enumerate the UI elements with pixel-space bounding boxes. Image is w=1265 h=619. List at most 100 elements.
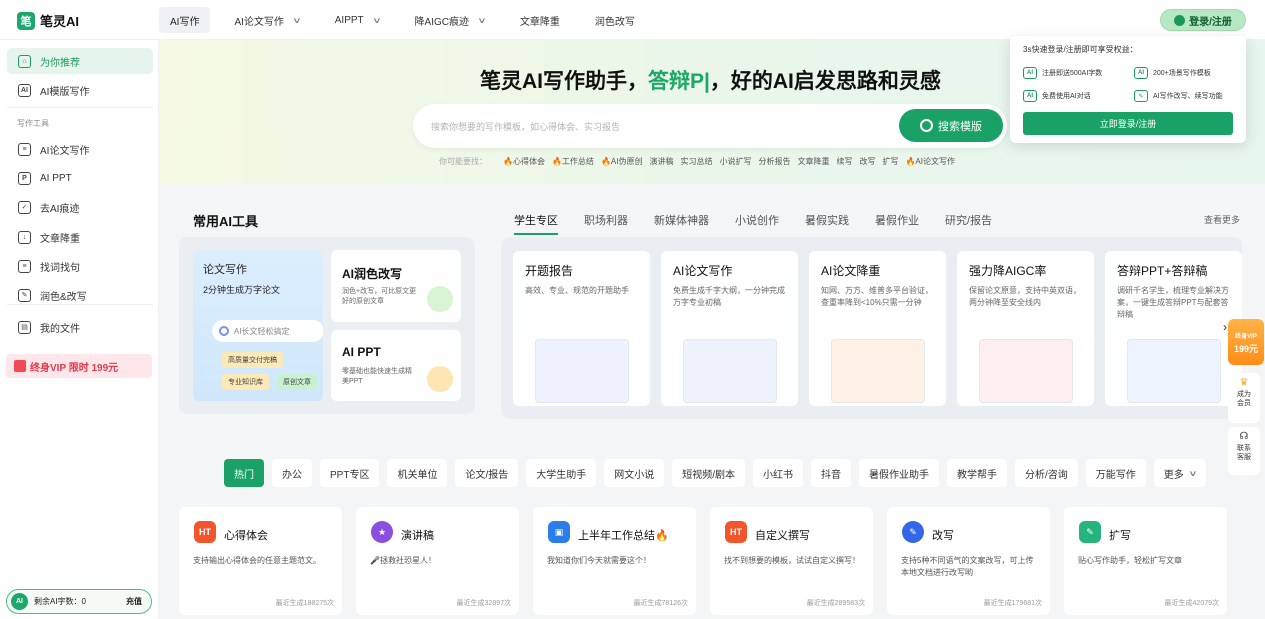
template-card-3[interactable]: HT 自定义撰写 找不到想要的模板，试试自定义撰写！ 最近生成289583次 <box>710 507 873 615</box>
tool-card-2[interactable]: AI论文降重 知网、万方、维普多平台验证，查重率降到<10%只需一分钟 <box>809 251 946 406</box>
popup-login-button[interactable]: 立即登录/注册 <box>1023 112 1233 135</box>
hot-tag-2[interactable]: 🔥AI伪原创 <box>601 156 643 167</box>
tab-6[interactable]: 研究/报告 <box>945 212 992 235</box>
sidebar-tool-label: 润色&改写 <box>40 291 87 303</box>
tool-card-desc: 免费生成千字大纲，一分钟完成万字专业初稿 <box>673 286 785 307</box>
sidebar-tool-2[interactable]: ✓ 去AI痕迹 <box>7 194 153 220</box>
template-count: 最近生成78126次 <box>633 600 688 607</box>
sidebar-item-0[interactable]: ⌂ 为你推荐 <box>7 48 153 74</box>
template-card-2[interactable]: ▣ 上半年工作总结🔥 我知道你们今天就需要这个！ 最近生成78126次 <box>533 507 696 615</box>
ai-ppt-card[interactable]: AI PPT 零基础也能快速生成精美PPT <box>331 330 461 401</box>
tool-card-3[interactable]: 强力降AIGC率 保留论文原意，支持中英双语，两分钟降至安全线内 <box>957 251 1094 406</box>
top-bar: 笔 笔灵AI AI写作 AI论文写作 ∨ AIPPT ∨ 降AIGC痕迹 ∨ 文章降重 润色改写… <box>0 0 1265 40</box>
pen-icon: ✎ <box>1134 90 1148 102</box>
become-member-button[interactable]: ♛ 成为会员 <box>1228 373 1260 423</box>
template-desc: 找不到想要的模板，试试自定义撰写！ <box>724 556 860 565</box>
common-tools-title: 常用AI工具 <box>193 214 259 229</box>
polish-icon <box>427 286 453 312</box>
hot-tag-9[interactable]: 改写 <box>859 156 875 167</box>
category-13[interactable]: 万能写作 <box>1085 459 1146 487</box>
category-10[interactable]: 暑假作业助手 <box>859 459 940 487</box>
category-7[interactable]: 短视频/剧本 <box>672 459 746 487</box>
card-title: AI PPT <box>342 345 381 359</box>
tab-2[interactable]: 新媒体神器 <box>654 212 709 235</box>
search-input[interactable]: 搜索你想要的写作模板，如心得体会、实习报告 <box>431 120 620 133</box>
sidebar-tool-label: 去AI痕迹 <box>40 203 80 215</box>
hot-tag-7[interactable]: 文章降重 <box>797 156 829 167</box>
popup-title: 3s快速登录/注册即可享受权益： <box>1023 45 1138 54</box>
template-card-1[interactable]: ★ 演讲稿 🎤拯救社恐星人！ 最近生成32897次 <box>356 507 519 615</box>
member-label: 成为会员 <box>1237 390 1251 407</box>
hot-tag-11[interactable]: 🔥AI论文写作 <box>905 156 955 167</box>
template-desc: 支持输出心得体会的任意主题范文。 <box>193 556 321 565</box>
vip-promo-bar[interactable]: 终身VIP 限时 199元 <box>6 354 152 378</box>
category-4[interactable]: 论文/报告 <box>455 459 519 487</box>
nav-item-5[interactable]: 润色改写 <box>584 7 646 33</box>
nav-item-4[interactable]: 文章降重 <box>509 7 571 33</box>
hot-tag-6[interactable]: 分析报告 <box>758 156 790 167</box>
sidebar-item-1[interactable]: AI AI模版写作 <box>7 77 153 103</box>
tool-card-0[interactable]: 开题报告 高效、专业、规范的开题助手 <box>513 251 650 406</box>
sidebar-tool-3[interactable]: ↓ 文章降重 <box>7 224 153 250</box>
floating-vip-badge[interactable]: 终身VIP 199元 <box>1228 319 1264 365</box>
tool-card-title: 答辩PPT+答辩稿 <box>1117 264 1208 278</box>
template-card-4[interactable]: ✎ 改写 支持5种不同语气的文案改写，可上传本地文档进行改写哟 最近生成179681次 <box>887 507 1050 615</box>
category-filter: 热门 办公 PPT专区 机关单位 论文/报告 大学生助手 网文小说 短视频/剧本 小红书 抖音 暑假… <box>224 459 1206 487</box>
logo[interactable]: 笔 笔灵AI <box>17 11 79 30</box>
contact-service-button[interactable]: ☊ 联系客服 <box>1228 427 1260 475</box>
sidebar-tool-6[interactable]: ▤ 我的文件 <box>7 314 153 340</box>
sidebar-tool-0[interactable]: ≡ AI论文写作 <box>7 136 153 162</box>
nav-item-label: 降AIGC痕迹 <box>414 16 469 28</box>
expand-icon: ✎ <box>1079 521 1101 543</box>
category-2[interactable]: PPT专区 <box>320 459 380 487</box>
category-11[interactable]: 教学帮手 <box>947 459 1008 487</box>
paper-icon: ≡ <box>18 142 31 156</box>
paper-writing-card[interactable]: 论文写作 2分钟生成万字论文 AI长文轻松搞定 高质量交付完稿 专业知识库 原创… <box>193 250 323 401</box>
hot-tag-4[interactable]: 实习总结 <box>680 156 712 167</box>
category-14[interactable]: 更多 ∨ <box>1153 459 1206 487</box>
nav-item-3[interactable]: 降AIGC痕迹 ∨ <box>404 7 496 33</box>
tab-4[interactable]: 暑假实践 <box>805 212 849 235</box>
login-register-button[interactable]: 登录/注册 <box>1160 9 1246 31</box>
hot-searches: 你可能要找： 🔥心得体会 🔥工作总结 🔥AI伪原创 演讲稿 实习总结 小说扩写 分析报告 文章降… <box>439 156 955 167</box>
category-5[interactable]: 大学生助手 <box>526 459 597 487</box>
sidebar-tool-1[interactable]: P AI PPT <box>7 165 153 191</box>
hot-tag-0[interactable]: 🔥心得体会 <box>503 156 545 167</box>
hot-tag-10[interactable]: 扩写 <box>882 156 898 167</box>
tab-5[interactable]: 暑假作业 <box>875 212 919 235</box>
search-button[interactable]: 搜索模版 <box>899 109 1003 142</box>
template-title: 上半年工作总结🔥 <box>578 530 669 542</box>
ai-polish-card[interactable]: AI润色改写 润色+改写，可比原文更好的原创文章 <box>331 250 461 322</box>
category-0[interactable]: 热门 <box>224 459 264 487</box>
nav-item-2[interactable]: AIPPT ∨ <box>324 7 391 33</box>
category-1[interactable]: 办公 <box>272 459 312 487</box>
tab-0[interactable]: 学生专区 <box>514 212 558 235</box>
see-more-link[interactable]: 查看更多 <box>1204 213 1240 226</box>
hot-tag-8[interactable]: 续写 <box>836 156 852 167</box>
sidebar-tool-4[interactable]: ≡ 找词找句 <box>7 253 153 279</box>
category-8[interactable]: 小红书 <box>753 459 804 487</box>
rewrite-icon: ✎ <box>902 521 924 543</box>
vip-promo-text: 终身VIP 限时 199元 <box>30 362 119 374</box>
template-card-5[interactable]: ✎ 扩写 贴心写作助手，轻松扩写文章 最近生成42079次 <box>1064 507 1227 615</box>
nav-item-0[interactable]: AI写作 <box>159 7 211 33</box>
tab-3[interactable]: 小说创作 <box>735 212 779 235</box>
tool-card-1[interactable]: AI论文写作 免费生成千字大纲，一分钟完成万字专业初稿 <box>661 251 798 406</box>
category-9[interactable]: 抖音 <box>811 459 852 487</box>
category-6[interactable]: 网文小说 <box>604 459 665 487</box>
nav-item-1[interactable]: AI论文写作 ∨ <box>223 7 310 33</box>
hot-tag-3[interactable]: 演讲稿 <box>649 156 673 167</box>
sidebar-tool-label: 找词找句 <box>40 262 80 274</box>
template-card-0[interactable]: HT 心得体会 支持输出心得体会的任意主题范文。 最近生成188275次 <box>179 507 342 615</box>
perk-text: AI写作改写、续写功能 <box>1153 93 1223 100</box>
hot-label: 你可能要找： <box>439 157 487 166</box>
search-box[interactable]: 搜索你想要的写作模板，如心得体会、实习报告 搜索模版 <box>413 104 1007 148</box>
recharge-button[interactable]: 充值 <box>126 596 142 607</box>
login-benefits-popup: 3s快速登录/注册即可享受权益： AI 注册即送500AI字数 AI 200+场景写作… <box>1010 36 1246 143</box>
tab-1[interactable]: 职场利器 <box>584 212 628 235</box>
hot-tag-5[interactable]: 小说扩写 <box>719 156 751 167</box>
sidebar-tool-label: 文章降重 <box>40 233 80 245</box>
hot-tag-1[interactable]: 🔥工作总结 <box>552 156 594 167</box>
category-3[interactable]: 机关单位 <box>387 459 448 487</box>
category-12[interactable]: 分析/咨询 <box>1015 459 1078 487</box>
